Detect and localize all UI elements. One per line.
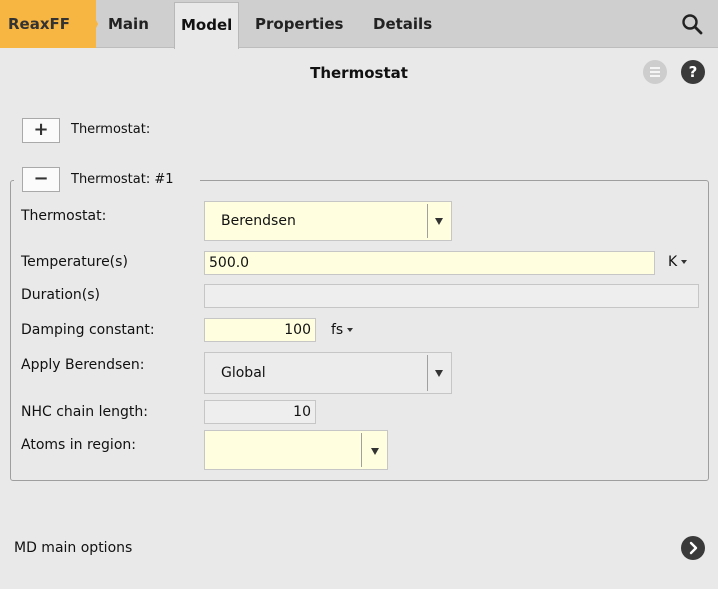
combo-separator [361,433,362,467]
nhc-chain-length-label: NHC chain length: [21,404,148,420]
page-title: Thermostat [310,64,408,82]
help-icon[interactable]: ? [681,60,705,84]
tab-main[interactable]: Main [108,0,149,48]
group-title: Thermostat: #1 [71,172,174,187]
atoms-in-region-select[interactable] [204,430,388,470]
temperature-input[interactable]: 500.0 [204,251,655,275]
temperature-label: Temperature(s) [21,254,128,270]
thermostat-type-select[interactable]: Berendsen [204,201,452,241]
temperature-unit-select[interactable]: K [668,254,688,270]
apply-berendsen-value: Global [221,365,266,381]
damping-unit: fs [331,322,344,338]
damping-label: Damping constant: [21,322,155,338]
apply-berendsen-select[interactable]: Global [204,352,452,394]
duration-label: Duration(s) [21,287,101,303]
tab-properties[interactable]: Properties [255,0,343,48]
chevron-down-icon [347,328,354,332]
chevron-right-icon[interactable] [681,536,705,560]
damping-input[interactable]: 100 [204,318,316,342]
combo-separator [427,355,428,391]
atoms-in-region-label: Atoms in region: [21,437,136,453]
menu-icon[interactable] [643,60,667,84]
apply-berendsen-label: Apply Berendsen: [21,357,145,373]
chevron-down-icon [681,260,688,264]
top-tab-bar: ReaxFF Main Model Properties Details [0,0,718,49]
chevron-down-icon[interactable] [435,370,443,377]
thermostat-type-label: Thermostat: [21,208,107,224]
add-thermostat-label: Thermostat: [71,122,151,137]
search-icon[interactable] [680,12,704,36]
chevron-down-icon[interactable] [435,218,443,225]
thermostat-type-value: Berendsen [221,213,296,229]
damping-unit-select[interactable]: fs [331,322,354,338]
temperature-unit: K [668,254,678,270]
nhc-chain-length-input[interactable]: 10 [204,400,316,424]
collapse-thermostat-button[interactable]: − [22,167,60,192]
tab-model[interactable]: Model [174,2,240,49]
combo-separator [427,204,428,238]
md-main-options-link[interactable]: MD main options [14,540,132,556]
tab-reaxff-arrow [86,0,98,48]
tab-details[interactable]: Details [373,0,432,48]
add-thermostat-button[interactable]: + [22,118,60,143]
tab-reaxff[interactable]: ReaxFF [0,0,96,48]
duration-input[interactable] [204,284,699,308]
chevron-down-icon[interactable] [371,448,379,455]
